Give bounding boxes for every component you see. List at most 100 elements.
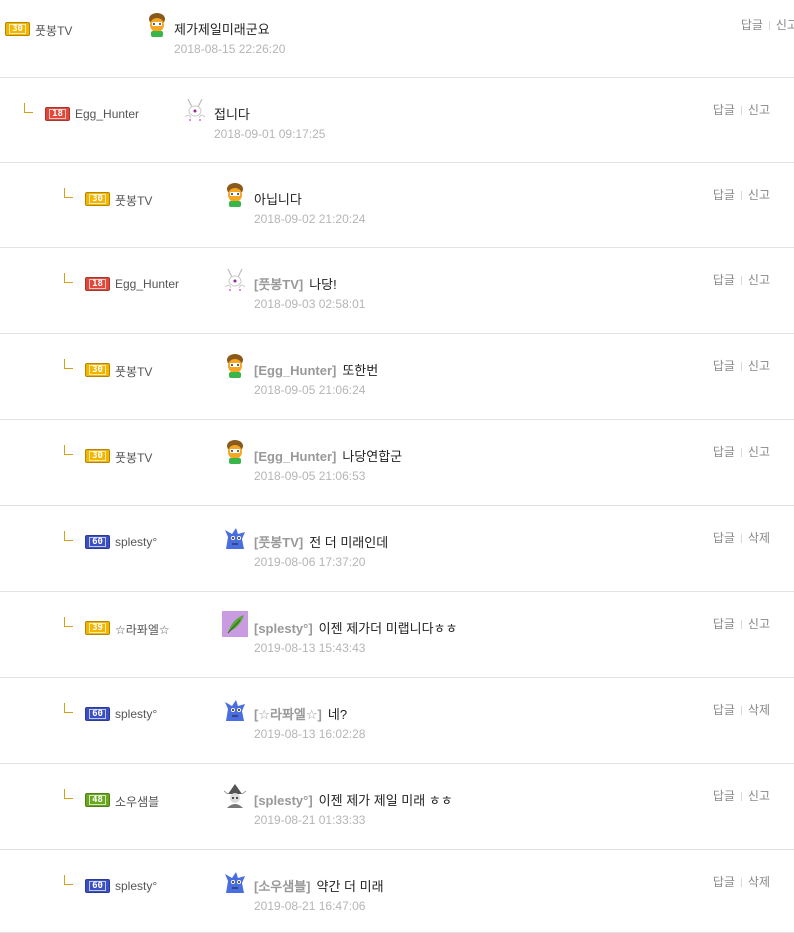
reply-button[interactable]: 답글 [713,359,735,373]
comment-timestamp: 2019-08-21 01:33:33 [254,813,366,827]
delete-button[interactable]: 삭제 [748,531,770,545]
comment-body: 접니다 [214,107,250,122]
reply-button[interactable]: 답글 [713,103,735,117]
comment-row: 18 Egg_Hunter 접니다 2018-09-01 09:17:25 답글 신고 [0,78,794,163]
bunny-sprite-avatar-icon [222,267,248,293]
report-button[interactable]: 신고 [748,273,770,287]
delete-button[interactable]: 삭제 [748,875,770,889]
report-button[interactable]: 신고 [748,188,770,202]
comment-actions: 답글 신고 [713,357,770,374]
level-badge: 60 [85,535,110,549]
comment-text: [소우샘블] 약간 더 미래 [254,876,384,895]
comment-row: 30 풋봉TV [Egg_Hunter] 또한번 2018-09-05 21:06:24… [0,334,794,420]
mention-tag[interactable]: [소우샘블] [254,879,311,894]
comment-actions: 답글 신고 [713,186,770,203]
delete-button[interactable]: 삭제 [748,703,770,717]
level-badge: 30 [5,22,30,36]
comment-timestamp: 2018-09-05 21:06:24 [254,383,366,397]
divider [740,620,742,630]
reply-button[interactable]: 답글 [713,188,735,202]
comment-text: [Egg_Hunter] 또한번 [254,360,378,379]
mention-tag[interactable]: [풋봉TV] [254,535,303,550]
report-button[interactable]: 신고 [748,445,770,459]
feather-avatar-icon [222,611,248,637]
comment-text: 제가제일미래군요 [174,19,270,38]
blue-dragon-avatar-icon [222,525,248,551]
comment-text: [splesty°] 이젠 제가 제일 미래 ㅎㅎ [254,790,453,809]
report-button[interactable]: 신고 [748,617,770,631]
comment-timestamp: 2019-08-13 15:43:43 [254,641,366,655]
bunny-sprite-avatar-icon [182,97,208,123]
reply-button[interactable]: 답글 [713,789,735,803]
level-badge: 30 [85,192,110,206]
comment-actions: 답글 신고 [713,443,770,460]
author-nickname[interactable]: splesty° [115,879,157,893]
comment-timestamp: 2019-08-06 17:37:20 [254,555,366,569]
mention-tag[interactable]: [splesty°] [254,793,313,808]
reply-arrow-icon [64,188,73,198]
report-button[interactable]: 신고 [748,789,770,803]
level-badge: 60 [85,707,110,721]
reply-button[interactable]: 답글 [713,875,735,889]
level-badge: 60 [85,879,110,893]
author-nickname[interactable]: 풋봉TV [115,449,152,466]
author-nickname[interactable]: 풋봉TV [35,22,72,39]
comment-actions: 답글 삭제 [713,701,770,718]
mention-tag[interactable]: [☆라퐈엘☆] [254,707,322,722]
comment-row: 30 풋봉TV 제가제일미래군요 2018-08-15 22:26:20 답글 신고 [0,0,794,78]
divider [768,21,770,31]
reply-arrow-icon [64,273,73,283]
comment-row: 30 풋봉TV 아닙니다 2018-09-02 21:20:24 답글 신고 [0,163,794,248]
level-badge: 39 [85,621,110,635]
comment-body: 아닙니다 [254,192,302,207]
comment-row: 60 splesty° [소우샘블] 약간 더 미래 2019-08-21 16:47:… [0,850,794,933]
comment-actions: 답글 신고 [713,615,770,632]
comment-actions: 답글 신고 [713,101,770,118]
comment-actions: 답글 신고 [741,16,794,33]
author-nickname[interactable]: splesty° [115,535,157,549]
author-nickname[interactable]: splesty° [115,707,157,721]
reply-button[interactable]: 답글 [713,445,735,459]
author-nickname[interactable]: 풋봉TV [115,363,152,380]
report-button[interactable]: 신고 [748,359,770,373]
comment-body: 또한번 [342,363,379,378]
report-button[interactable]: 신고 [776,18,794,32]
comment-row: 30 풋봉TV [Egg_Hunter] 나당연합군 2018-09-05 21:06:… [0,420,794,506]
reply-button[interactable]: 답글 [713,703,735,717]
author-nickname[interactable]: ☆라퐈엘☆ [115,621,170,638]
comment-text: [풋봉TV] 전 더 미래인데 [254,532,388,551]
divider [740,191,742,201]
report-button[interactable]: 신고 [748,103,770,117]
reply-button[interactable]: 답글 [741,18,763,32]
author-nickname[interactable]: Egg_Hunter [75,107,139,121]
comment-actions: 답글 신고 [713,271,770,288]
comment-timestamp: 2018-09-02 21:20:24 [254,212,366,226]
comment-timestamp: 2018-09-01 09:17:25 [214,127,326,141]
reply-button[interactable]: 답글 [713,531,735,545]
level-badge: 18 [85,277,110,291]
author-nickname[interactable]: 풋봉TV [115,192,152,209]
comment-timestamp: 2018-09-05 21:06:53 [254,469,366,483]
mention-tag[interactable]: [Egg_Hunter] [254,363,336,378]
level-badge: 48 [85,793,110,807]
mushroom-hat-avatar-icon [144,12,170,38]
reply-button[interactable]: 답글 [713,273,735,287]
comment-timestamp: 2019-08-13 16:02:28 [254,727,366,741]
comment-text: [splesty°] 이젠 제가더 미랩니다ㅎㅎ [254,618,457,637]
comment-text: [풋봉TV] 나당! [254,274,337,293]
mushroom-hat-avatar-icon [222,182,248,208]
author-nickname[interactable]: Egg_Hunter [115,277,179,291]
divider [740,106,742,116]
comment-actions: 답글 신고 [713,787,770,804]
mention-tag[interactable]: [splesty°] [254,621,313,636]
mention-tag[interactable]: [풋봉TV] [254,277,303,292]
mention-tag[interactable]: [Egg_Hunter] [254,449,336,464]
divider [740,362,742,372]
level-badge: 18 [45,107,70,121]
reply-button[interactable]: 답글 [713,617,735,631]
author-nickname[interactable]: 소우샘블 [115,793,159,810]
reply-arrow-icon [64,617,73,627]
blue-dragon-avatar-icon [222,697,248,723]
comment-row: 48 소우샘블 [splesty°] 이젠 제가 제일 미래 ㅎㅎ 2019-08-21… [0,764,794,850]
divider [740,706,742,716]
